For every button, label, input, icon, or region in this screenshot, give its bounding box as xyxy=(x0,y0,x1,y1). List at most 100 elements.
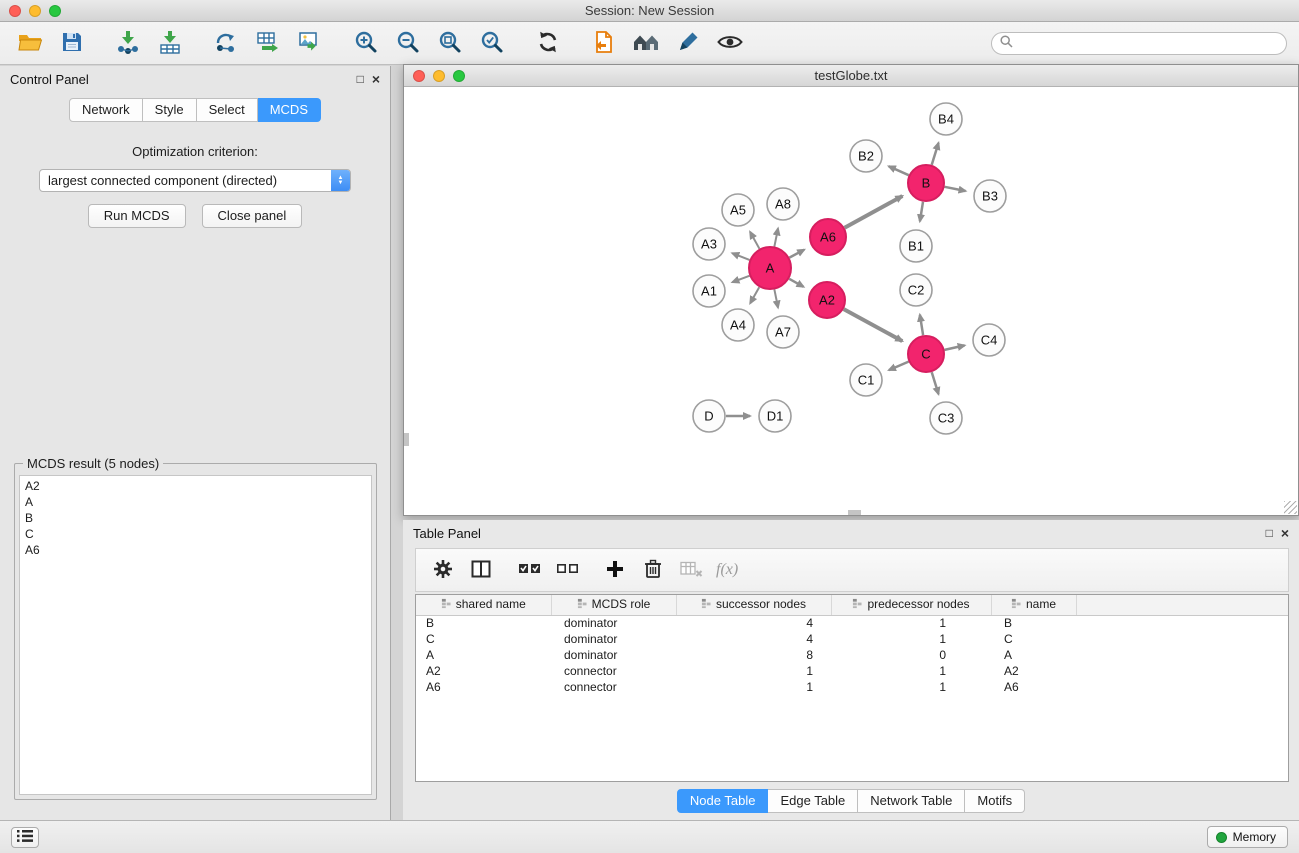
tab-mcds[interactable]: MCDS xyxy=(258,98,321,122)
add-row-button[interactable] xyxy=(598,554,632,586)
node-D1[interactable]: D1 xyxy=(759,400,791,432)
edge-A-A8[interactable] xyxy=(774,229,778,247)
optimization-criterion-dropdown[interactable]: largest connected component (directed) ▲… xyxy=(39,169,351,192)
result-item[interactable]: A2 xyxy=(20,478,371,494)
node-A2[interactable]: A2 xyxy=(809,282,845,318)
node-A8[interactable]: A8 xyxy=(767,188,799,220)
node-B4[interactable]: B4 xyxy=(930,103,962,135)
edge-A-A5[interactable] xyxy=(750,232,759,249)
edge-C-C1[interactable] xyxy=(889,362,909,371)
table-row[interactable]: A6connector11A6 xyxy=(416,679,1288,695)
show-hide-button[interactable] xyxy=(712,26,748,60)
edge-A-A1[interactable] xyxy=(732,276,749,282)
node-A1[interactable]: A1 xyxy=(693,275,725,307)
column-layout-button[interactable] xyxy=(464,554,498,586)
tab-style[interactable]: Style xyxy=(143,98,197,122)
tab-network[interactable]: Network xyxy=(69,98,143,122)
result-item[interactable]: A6 xyxy=(20,542,371,558)
result-item[interactable]: A xyxy=(20,494,371,510)
memory-button[interactable]: Memory xyxy=(1207,826,1288,848)
node-B1[interactable]: B1 xyxy=(900,230,932,262)
close-panel-button[interactable]: Close panel xyxy=(202,204,303,228)
tab-network-table[interactable]: Network Table xyxy=(858,789,965,813)
table-close-panel-icon[interactable]: × xyxy=(1281,526,1289,540)
search-input[interactable] xyxy=(1018,36,1278,50)
clone-network-button[interactable] xyxy=(208,26,244,60)
close-window-icon[interactable] xyxy=(9,5,21,17)
zoom-fit-button[interactable] xyxy=(432,26,468,60)
edge-A-A4[interactable] xyxy=(750,287,759,303)
node-C[interactable]: C xyxy=(908,336,944,372)
vertical-scrollbar-thumb[interactable] xyxy=(404,433,409,446)
node-C1[interactable]: C1 xyxy=(850,364,882,396)
delete-row-button[interactable] xyxy=(636,554,670,586)
save-session-button[interactable] xyxy=(54,26,90,60)
table-row[interactable]: Adominator80A xyxy=(416,647,1288,663)
apply-layout-button[interactable] xyxy=(530,26,566,60)
node-B2[interactable]: B2 xyxy=(850,140,882,172)
task-history-button[interactable] xyxy=(11,827,39,848)
resize-grip[interactable] xyxy=(1284,501,1297,514)
run-mcds-button[interactable]: Run MCDS xyxy=(88,204,186,228)
edge-C-C3[interactable] xyxy=(932,372,939,394)
network-minimize-icon[interactable] xyxy=(433,70,445,82)
node-A3[interactable]: A3 xyxy=(693,228,725,260)
edge-B-B4[interactable] xyxy=(932,143,939,165)
open-session-button[interactable] xyxy=(12,26,48,60)
edge-B-B1[interactable] xyxy=(920,202,923,222)
close-panel-icon[interactable]: × xyxy=(372,72,380,86)
tab-edge-table[interactable]: Edge Table xyxy=(768,789,858,813)
import-table-button[interactable] xyxy=(152,26,188,60)
edge-C-C2[interactable] xyxy=(920,315,923,336)
column-header-name[interactable]: name xyxy=(991,595,1076,615)
edge-B-B2[interactable] xyxy=(889,166,909,175)
edge-A-A2[interactable] xyxy=(789,279,803,287)
zoom-selected-button[interactable] xyxy=(474,26,510,60)
result-item[interactable]: B xyxy=(20,510,371,526)
tab-motifs[interactable]: Motifs xyxy=(965,789,1025,813)
node-B3[interactable]: B3 xyxy=(974,180,1006,212)
horizontal-scrollbar-thumb[interactable] xyxy=(848,510,861,515)
first-neighbors-button[interactable] xyxy=(628,26,664,60)
table-row[interactable]: A2connector11A2 xyxy=(416,663,1288,679)
zoom-out-button[interactable] xyxy=(390,26,426,60)
tab-select[interactable]: Select xyxy=(197,98,258,122)
edge-A6-B[interactable] xyxy=(845,196,903,228)
column-header-MCDS-role[interactable]: MCDS role xyxy=(551,595,676,615)
network-close-icon[interactable] xyxy=(413,70,425,82)
edge-B-B3[interactable] xyxy=(945,187,966,191)
edge-C-C4[interactable] xyxy=(945,345,965,350)
import-network-button[interactable] xyxy=(110,26,146,60)
unselect-all-button[interactable] xyxy=(550,554,584,586)
minimize-window-icon[interactable] xyxy=(29,5,41,17)
table-row[interactable]: Bdominator41B xyxy=(416,615,1288,631)
node-C3[interactable]: C3 xyxy=(930,402,962,434)
node-A7[interactable]: A7 xyxy=(767,316,799,348)
edge-A-A7[interactable] xyxy=(774,290,778,308)
node-A5[interactable]: A5 xyxy=(722,194,754,226)
node-A6[interactable]: A6 xyxy=(810,219,846,255)
result-item[interactable]: C xyxy=(20,526,371,542)
table-float-panel-icon[interactable]: □ xyxy=(1266,527,1273,539)
table-row[interactable]: Cdominator41C xyxy=(416,631,1288,647)
node-A[interactable]: A xyxy=(749,247,791,289)
search-field[interactable] xyxy=(991,32,1287,55)
node-D[interactable]: D xyxy=(693,400,725,432)
table-settings-button[interactable] xyxy=(426,554,460,586)
node-C4[interactable]: C4 xyxy=(973,324,1005,356)
function-builder-button[interactable]: f(x) xyxy=(716,561,738,579)
column-header-predecessor-nodes[interactable]: predecessor nodes xyxy=(831,595,991,615)
delete-table-button[interactable] xyxy=(674,554,708,586)
node-C2[interactable]: C2 xyxy=(900,274,932,306)
column-header-successor-nodes[interactable]: successor nodes xyxy=(676,595,831,615)
zoom-window-icon[interactable] xyxy=(49,5,61,17)
tab-node-table[interactable]: Node Table xyxy=(677,789,769,813)
column-header-shared-name[interactable]: shared name xyxy=(416,595,551,615)
mcds-result-list[interactable]: A2ABCA6 xyxy=(19,475,372,795)
export-image-button[interactable] xyxy=(292,26,328,60)
float-panel-icon[interactable]: □ xyxy=(357,73,364,85)
new-network-from-table-button[interactable] xyxy=(250,26,286,60)
edge-A-A3[interactable] xyxy=(732,253,749,260)
select-all-button[interactable] xyxy=(512,554,546,586)
export-network-button[interactable] xyxy=(586,26,622,60)
